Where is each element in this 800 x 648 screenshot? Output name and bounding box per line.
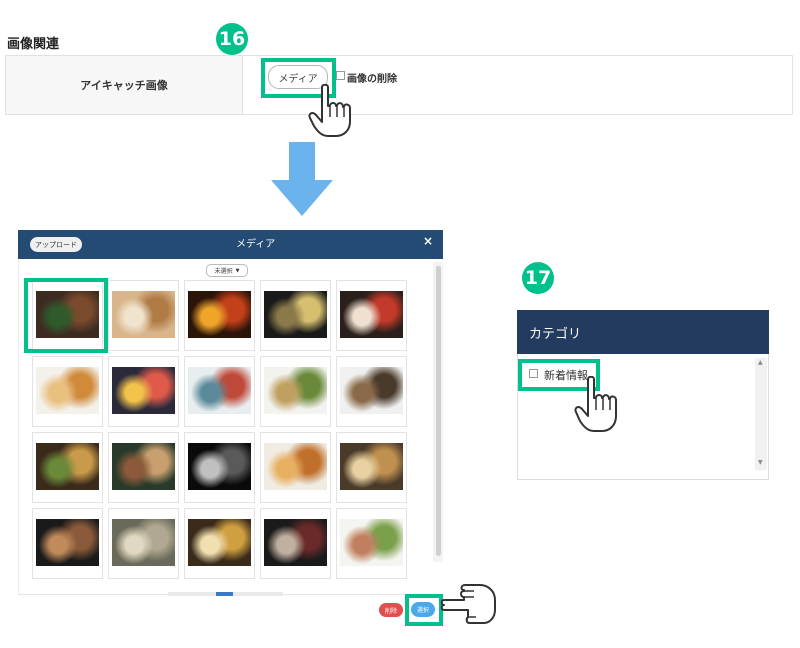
media-thumbnail-sushi [340,291,403,338]
media-thumbnail-karaage [264,443,327,490]
media-thumbnail[interactable] [108,280,179,351]
media-thumbnail-hotpot [112,519,175,566]
step-badge-17: 17 [522,262,554,294]
media-thumbnail[interactable] [184,280,255,351]
media-thumbnail[interactable] [260,356,331,427]
media-thumbnail-beer-feast [36,443,99,490]
media-thumbnail-stir-fry [264,367,327,414]
step-badge-16: 16 [216,23,248,55]
media-thumbnail[interactable] [108,508,179,579]
media-thumbnail[interactable] [336,280,407,351]
highlight-selected-thumbnail [24,278,108,353]
media-thumbnail-party-table [112,443,175,490]
featured-image-label: アイキャッチ画像 [6,56,243,114]
media-thumbnail-braised-meat [340,367,403,414]
hand-pointer-icon [574,376,617,432]
media-filter-value: 未選択 [214,268,233,275]
media-thumbnail-yakitori [36,519,99,566]
media-thumbnail[interactable] [336,432,407,503]
delete-image-checkbox[interactable] [336,71,345,80]
media-thumbnail[interactable] [336,508,407,579]
hand-pointer-icon [308,84,351,137]
category-scrollbar[interactable] [755,358,767,470]
media-thumbnail-cocktails [112,367,175,414]
media-thumbnail[interactable] [32,432,103,503]
upload-button[interactable]: アップロード [30,237,82,252]
media-thumbnail-fried-shrimp [36,367,99,414]
media-thumbnail-beer-glass [264,291,327,338]
delete-button[interactable]: 削除 [379,603,403,617]
media-scrollbar-thumb[interactable] [436,266,441,556]
delete-image-label: 画像の削除 [347,74,397,85]
section-title: 画像関連 [7,37,60,52]
close-icon[interactable]: × [423,234,433,248]
media-thumbnail[interactable] [184,356,255,427]
media-thumbnail-lanterns [188,291,251,338]
media-thumbnail-gyoza [340,443,403,490]
hand-pointer-left-icon [440,584,496,624]
media-thumbnail[interactable] [260,280,331,351]
media-thumbnail-banquet [264,519,327,566]
scroll-up-icon[interactable]: ▲ [758,359,763,366]
media-thumbnail-sashimi-bowl [188,367,251,414]
media-thumbnail-oden [112,291,175,338]
down-arrow-icon [271,180,333,216]
scroll-down-icon[interactable]: ▼ [758,459,763,466]
media-thumbnail[interactable] [336,356,407,427]
media-thumbnail-noodle-dish [340,519,403,566]
media-thumbnail[interactable] [260,432,331,503]
pagination-current-page[interactable] [216,592,233,596]
media-thumbnail[interactable] [32,356,103,427]
media-thumbnail-cheers [188,519,251,566]
media-modal-title: メディア [236,239,276,250]
media-thumbnail-sake-pour [188,443,251,490]
media-thumbnail[interactable] [108,356,179,427]
chevron-down-icon: ▼ [235,267,240,274]
media-thumbnail[interactable] [32,508,103,579]
image-settings-row: アイキャッチ画像 [5,55,793,115]
media-filter-select[interactable]: 未選択 ▼ [206,264,248,277]
select-button[interactable]: 選択 [411,602,435,617]
media-thumbnail[interactable] [260,508,331,579]
media-thumbnail[interactable] [108,432,179,503]
media-thumbnail[interactable] [184,432,255,503]
category-panel-title: カテゴリ [517,310,769,354]
category-checkbox[interactable] [529,369,538,378]
media-thumbnail[interactable] [184,508,255,579]
down-arrow-shaft [289,142,315,180]
